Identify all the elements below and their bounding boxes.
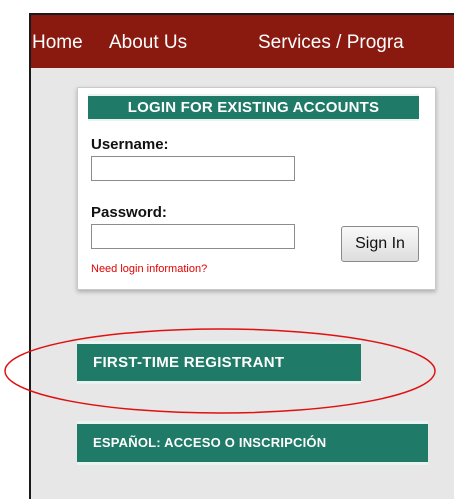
main-navbar: Home About Us Services / Progra (31, 15, 454, 68)
nav-item-home[interactable]: Home (32, 32, 83, 54)
frame-top-border (29, 13, 454, 15)
screenshot-frame: Home About Us Services / Progra LOGIN FO… (0, 0, 454, 499)
password-label: Password: (91, 204, 167, 221)
login-heading: LOGIN FOR EXISTING ACCOUNTS (88, 94, 419, 121)
nav-item-about-us[interactable]: About Us (109, 32, 187, 54)
username-input[interactable] (91, 156, 295, 181)
username-label: Username: (91, 136, 169, 153)
login-help-link[interactable]: Need login information? (91, 263, 207, 275)
frame-left-border (29, 13, 31, 499)
sign-in-button[interactable]: Sign In (341, 226, 419, 262)
password-input[interactable] (91, 224, 295, 249)
first-time-registrant-button[interactable]: FIRST-TIME REGISTRANT (77, 341, 361, 384)
espanol-access-button[interactable]: ESPAÑOL: ACCESO O INSCRIPCIÓN (77, 421, 428, 465)
nav-item-services-programs[interactable]: Services / Progra (258, 32, 404, 54)
